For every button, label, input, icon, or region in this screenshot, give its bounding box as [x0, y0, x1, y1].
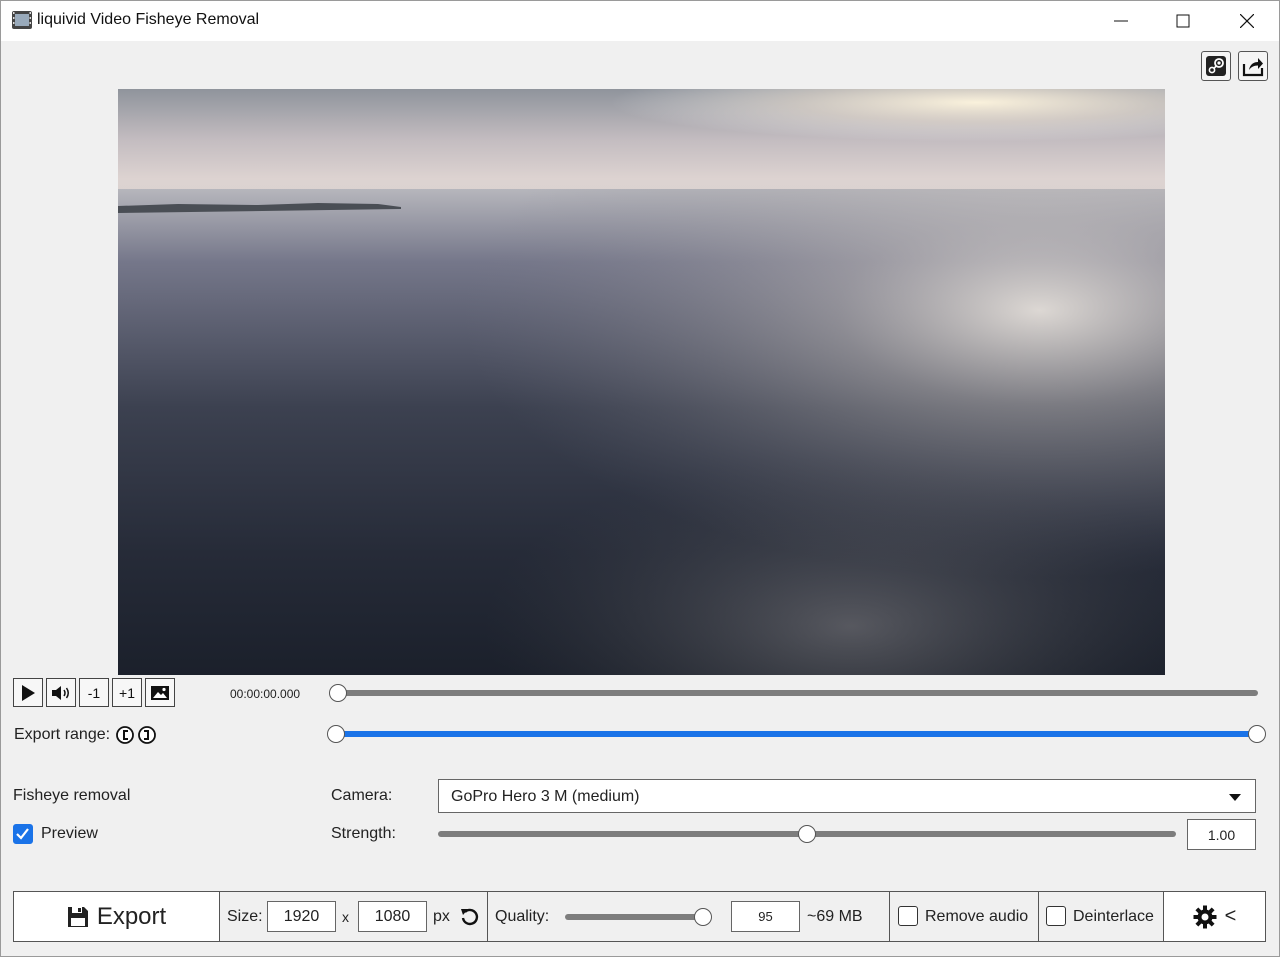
title-bar: liquivid Video Fisheye Removal	[1, 1, 1279, 41]
settings-arrow: <	[1224, 905, 1237, 927]
strength-label: Strength:	[331, 825, 396, 842]
estimated-size: ~69 MB	[807, 908, 863, 925]
maximize-button[interactable]	[1152, 1, 1214, 41]
strength-field[interactable]: 1.00	[1187, 819, 1256, 850]
strength-handle[interactable]	[798, 825, 816, 843]
export-button[interactable]: Export	[14, 892, 219, 941]
size-label: Size:	[227, 908, 263, 925]
preview-checkbox[interactable]	[13, 824, 33, 844]
reset-size-icon[interactable]	[460, 907, 480, 927]
fisheye-section-label: Fisheye removal	[13, 787, 131, 804]
remove-audio-checkbox[interactable]	[898, 906, 918, 926]
snapshot-button[interactable]	[145, 678, 175, 707]
timeline-track[interactable]	[338, 690, 1258, 696]
deinterlace-checkbox[interactable]	[1046, 906, 1066, 926]
export-label: Export	[96, 902, 167, 930]
camera-label: Camera:	[331, 787, 393, 804]
divider	[1038, 892, 1039, 941]
quality-field[interactable]: 95	[731, 901, 800, 932]
minimize-button[interactable]	[1090, 1, 1152, 41]
timecode: 00:00:00.000	[230, 687, 301, 701]
range-end-icon[interactable]	[138, 726, 156, 744]
film-icon	[12, 11, 32, 29]
export-bar: Export Size: 1920 x 1080 px Quality: 95 …	[13, 891, 1266, 942]
quality-track[interactable]	[565, 914, 710, 920]
close-icon	[1240, 14, 1254, 28]
camera-select[interactable]: GoPro Hero 3 M (medium)	[438, 779, 1256, 813]
settings-button[interactable]: <	[1164, 892, 1265, 941]
export-range-label: Export range:	[14, 726, 111, 743]
size-unit: px	[433, 908, 450, 925]
share-icon	[1242, 58, 1264, 77]
preview-label: Preview	[41, 825, 98, 842]
export-range-track[interactable]	[336, 731, 1257, 737]
height-field[interactable]: 1080	[358, 901, 427, 932]
chevron-down-icon	[1229, 794, 1241, 801]
export-range-start-handle[interactable]	[327, 725, 345, 743]
export-range-end-handle[interactable]	[1248, 725, 1266, 743]
app-window: liquivid Video Fisheye Removal -1 +1 00:…	[0, 0, 1280, 957]
frame-forward-button[interactable]: +1	[112, 678, 142, 707]
maximize-icon	[1176, 14, 1190, 28]
volume-button[interactable]	[46, 678, 76, 707]
quality-label: Quality:	[495, 908, 550, 925]
steam-button[interactable]	[1201, 51, 1231, 81]
minimize-icon	[1114, 20, 1128, 22]
video-frame-image	[118, 89, 1165, 675]
play-icon	[22, 684, 35, 701]
play-button[interactable]	[13, 678, 43, 707]
volume-icon	[52, 685, 69, 700]
snapshot-icon	[151, 685, 169, 700]
video-preview[interactable]	[118, 89, 1165, 675]
gear-icon	[1193, 905, 1217, 928]
share-button[interactable]	[1238, 51, 1268, 81]
timeline-handle[interactable]	[329, 684, 347, 702]
size-separator: x	[342, 909, 349, 925]
width-field[interactable]: 1920	[267, 901, 336, 932]
divider	[889, 892, 890, 941]
close-button[interactable]	[1216, 1, 1278, 41]
frame-back-button[interactable]: -1	[79, 678, 109, 707]
deinterlace-label: Deinterlace	[1073, 908, 1154, 925]
remove-audio-label: Remove audio	[925, 908, 1029, 925]
camera-select-value: GoPro Hero 3 M (medium)	[451, 788, 640, 805]
save-icon	[67, 906, 88, 927]
quality-handle[interactable]	[693, 908, 712, 926]
checkmark-icon	[16, 828, 29, 840]
range-start-icon[interactable]	[116, 726, 134, 744]
divider	[487, 892, 488, 941]
divider	[219, 892, 220, 941]
steam-icon	[1206, 56, 1226, 76]
window-title: liquivid Video Fisheye Removal	[37, 11, 260, 28]
